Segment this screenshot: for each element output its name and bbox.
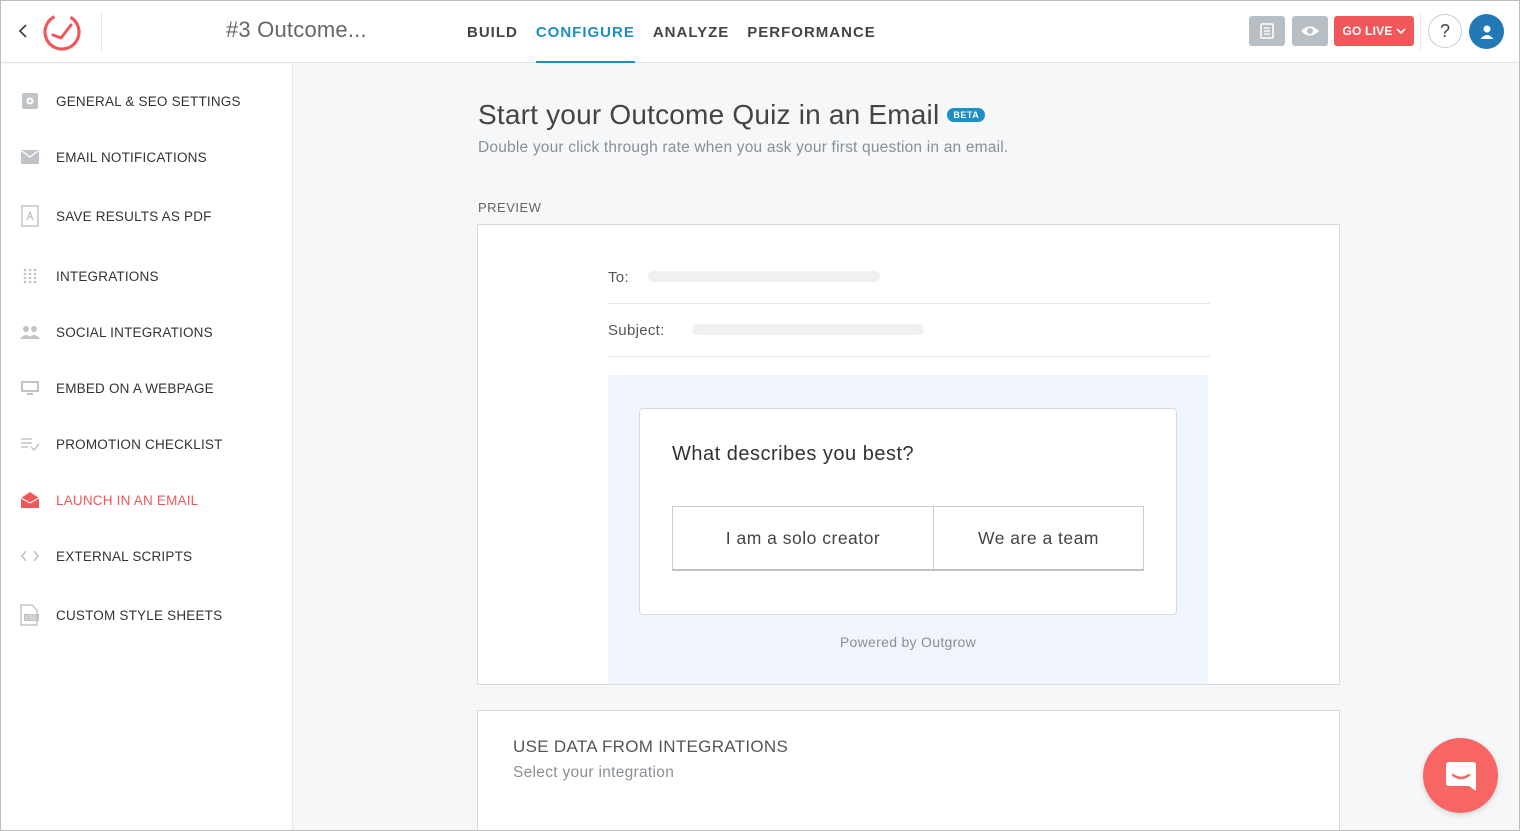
page-title: Start your Outcome Quiz in an Email BETA xyxy=(478,99,986,131)
subject-label: Subject: xyxy=(608,322,665,339)
settings-sidebar: GENERAL & SEO SETTINGS EMAIL NOTIFICATIO… xyxy=(1,64,293,830)
css-file-icon: CSS xyxy=(17,604,43,626)
sidebar-item-general-seo[interactable]: GENERAL & SEO SETTINGS xyxy=(17,86,287,116)
divider xyxy=(1420,13,1421,51)
chat-launcher-button[interactable] xyxy=(1423,738,1498,813)
sidebar-item-label: EXTERNAL SCRIPTS xyxy=(56,548,193,564)
to-field-row: To: xyxy=(608,251,1210,304)
sidebar-item-label: SAVE RESULTS AS PDF xyxy=(56,208,212,224)
sidebar-item-label: EMAIL NOTIFICATIONS xyxy=(56,149,207,165)
sidebar-item-save-pdf[interactable]: SAVE RESULTS AS PDF xyxy=(17,201,287,231)
answer-option-solo[interactable]: I am a solo creator xyxy=(673,507,933,569)
svg-text:CSS: CSS xyxy=(26,616,37,622)
people-icon xyxy=(17,321,43,343)
sidebar-item-embed-webpage[interactable]: EMBED ON A WEBPAGE xyxy=(17,373,287,403)
gear-icon xyxy=(17,90,43,112)
top-bar: #3 Outcome... BUILD CONFIGURE ANALYZE PE… xyxy=(1,1,1519,63)
monitor-icon xyxy=(17,377,43,399)
quiz-question: What describes you best? xyxy=(672,443,915,465)
go-live-label: GO LIVE xyxy=(1342,24,1393,38)
templates-button[interactable] xyxy=(1249,16,1285,46)
tab-analyze[interactable]: ANALYZE xyxy=(653,1,729,63)
email-preview-card: To: Subject: What describes you best? I … xyxy=(477,224,1340,685)
sidebar-item-label: INTEGRATIONS xyxy=(56,268,159,284)
tab-build[interactable]: BUILD xyxy=(467,1,518,63)
subject-field-row: Subject: xyxy=(608,304,1210,357)
envelope-icon xyxy=(17,146,43,168)
document-icon xyxy=(1260,23,1274,39)
integrations-card: USE DATA FROM INTEGRATIONS Select your i… xyxy=(477,710,1340,830)
integrations-select[interactable]: Select your integration xyxy=(513,764,674,782)
powered-by-text: Powered by Outgrow xyxy=(839,634,977,650)
email-body: What describes you best? I am a solo cre… xyxy=(608,375,1208,684)
sidebar-item-email-notifications[interactable]: EMAIL NOTIFICATIONS xyxy=(17,142,287,172)
quiz-title[interactable]: #3 Outcome... xyxy=(226,17,367,43)
to-placeholder-bar xyxy=(648,271,880,282)
preview-button[interactable] xyxy=(1292,16,1328,46)
main-tabs: BUILD CONFIGURE ANALYZE PERFORMANCE xyxy=(467,1,876,63)
integrations-title: USE DATA FROM INTEGRATIONS xyxy=(513,737,789,756)
open-envelope-icon xyxy=(17,489,43,511)
outgrow-logo-icon[interactable] xyxy=(41,11,83,53)
beta-badge: BETA xyxy=(947,108,986,122)
subject-placeholder-bar xyxy=(692,324,924,335)
app-window: #3 Outcome... BUILD CONFIGURE ANALYZE PE… xyxy=(0,0,1520,831)
sidebar-item-promotion-checklist[interactable]: PROMOTION CHECKLIST xyxy=(17,429,287,459)
page-title-text: Start your Outcome Quiz in an Email xyxy=(478,99,940,130)
sidebar-item-label: EMBED ON A WEBPAGE xyxy=(56,380,214,396)
chevron-left-icon xyxy=(18,24,27,38)
sidebar-item-label: PROMOTION CHECKLIST xyxy=(56,436,223,452)
sidebar-item-label: SOCIAL INTEGRATIONS xyxy=(56,324,213,340)
eye-icon xyxy=(1301,26,1319,36)
tab-configure[interactable]: CONFIGURE xyxy=(535,1,635,63)
grid-dots-icon xyxy=(17,265,43,287)
sidebar-item-launch-email[interactable]: LAUNCH IN AN EMAIL xyxy=(17,485,287,515)
answer-option-team[interactable]: We are a team xyxy=(933,507,1143,569)
user-avatar[interactable] xyxy=(1469,14,1504,49)
go-live-button[interactable]: GO LIVE xyxy=(1334,16,1414,46)
code-brackets-icon xyxy=(17,545,43,567)
preview-label: PREVIEW xyxy=(478,200,542,215)
tab-performance[interactable]: PERFORMANCE xyxy=(747,1,876,63)
sidebar-item-custom-style-sheets[interactable]: CSS CUSTOM STYLE SHEETS xyxy=(17,600,287,630)
divider xyxy=(101,13,102,51)
sidebar-item-label: CUSTOM STYLE SHEETS xyxy=(56,607,223,623)
pdf-icon xyxy=(17,205,43,227)
chevron-down-icon xyxy=(1395,28,1406,35)
quiz-question-card: What describes you best? I am a solo cre… xyxy=(639,408,1177,615)
checklist-icon xyxy=(17,433,43,455)
user-icon xyxy=(1480,25,1493,39)
back-button[interactable] xyxy=(13,21,33,41)
sidebar-item-label: GENERAL & SEO SETTINGS xyxy=(56,93,241,109)
page-subtitle: Double your click through rate when you … xyxy=(478,139,1009,156)
sidebar-item-external-scripts[interactable]: EXTERNAL SCRIPTS xyxy=(17,541,287,571)
answer-options: I am a solo creator We are a team xyxy=(672,506,1144,571)
to-label: To: xyxy=(608,269,629,286)
chat-bubble-icon xyxy=(1445,761,1476,791)
sidebar-item-integrations[interactable]: INTEGRATIONS xyxy=(17,261,287,291)
sidebar-item-label: LAUNCH IN AN EMAIL xyxy=(56,492,199,508)
help-button[interactable]: ? xyxy=(1428,14,1462,48)
sidebar-item-social-integrations[interactable]: SOCIAL INTEGRATIONS xyxy=(17,317,287,347)
